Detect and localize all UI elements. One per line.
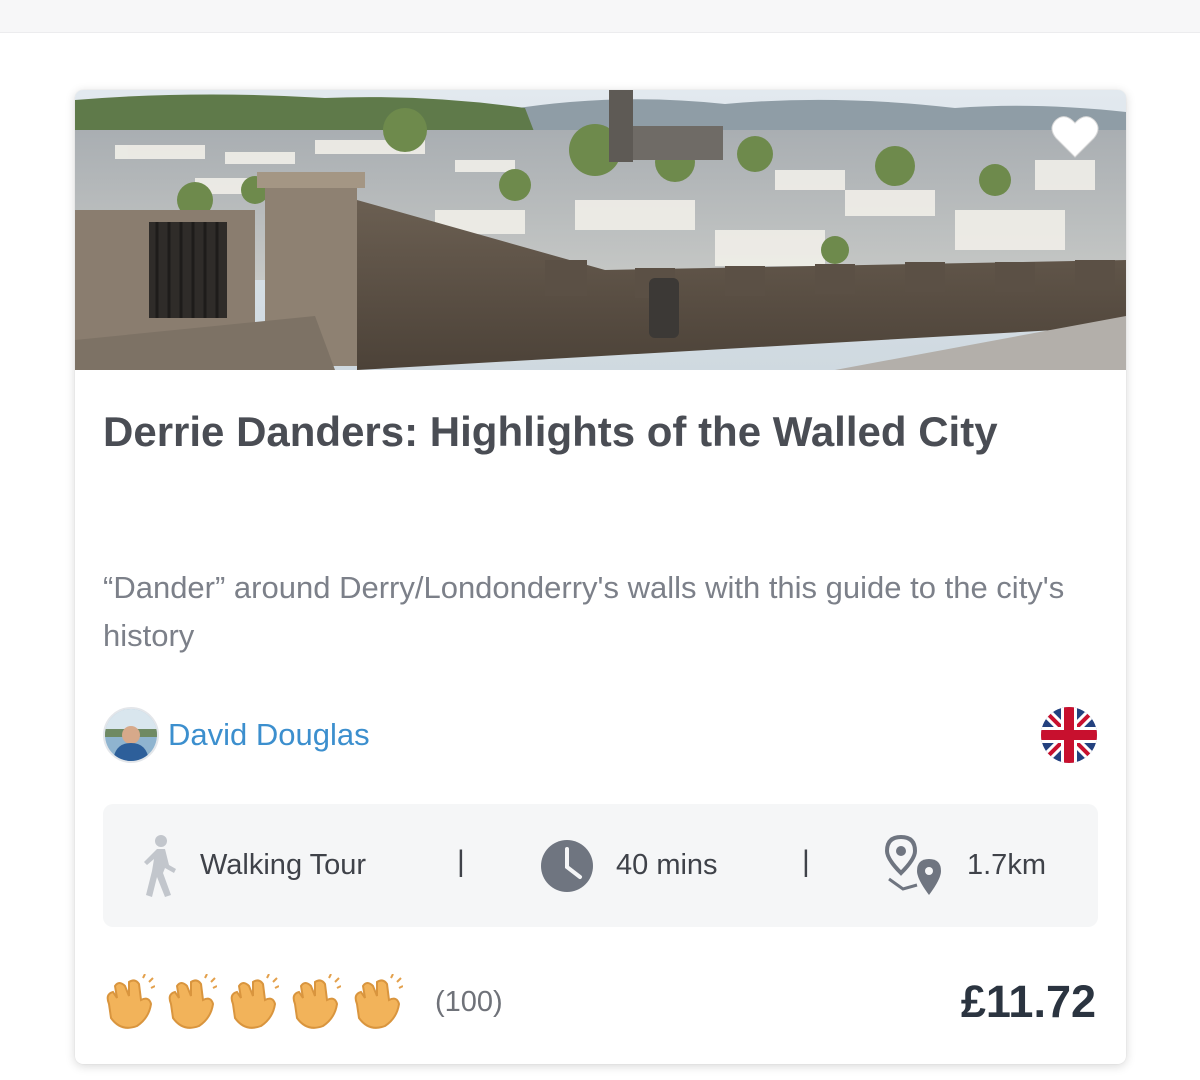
walled-city-photo — [75, 90, 1126, 370]
clap-icon — [230, 974, 279, 1029]
clap-icon — [106, 974, 155, 1029]
stat-distance: 1.7km — [885, 804, 1046, 927]
stat-duration: 40 mins — [540, 804, 718, 927]
clap-icon — [292, 974, 341, 1029]
stat-separator: | — [802, 845, 810, 878]
stat-separator: | — [457, 845, 465, 878]
author-link[interactable]: David Douglas — [103, 707, 370, 763]
stat-tour-type: Walking Tour — [143, 804, 366, 927]
clock-icon — [541, 839, 593, 892]
route-pins-icon — [885, 834, 941, 895]
walking-person-icon — [144, 834, 176, 897]
tour-description: “Dander” around Derry/Londonderry's wall… — [103, 570, 1065, 653]
clap-icon — [354, 974, 403, 1029]
favorite-heart-icon[interactable] — [1050, 114, 1100, 160]
clap-rating: (100) — [103, 972, 503, 1032]
tour-stats-panel: Walking Tour | 40 mins | 1.7km — [103, 804, 1098, 927]
tour-title[interactable]: Derrie Danders: Highlights of the Walled… — [103, 406, 1093, 458]
tour-price: £11.72 — [960, 976, 1096, 1027]
tour-card[interactable]: Derrie Danders: Highlights of the Walled… — [75, 90, 1126, 1064]
rating-count: (100) — [435, 985, 503, 1018]
top-bar — [0, 0, 1200, 33]
clap-icon — [168, 974, 217, 1029]
duration-label: 40 mins — [616, 849, 718, 881]
author-avatar — [103, 707, 159, 763]
author-name[interactable]: David Douglas — [168, 717, 370, 753]
tour-image[interactable] — [75, 90, 1126, 370]
uk-flag-icon — [1041, 707, 1097, 763]
distance-label: 1.7km — [967, 849, 1046, 881]
tour-type-label: Walking Tour — [200, 849, 367, 881]
